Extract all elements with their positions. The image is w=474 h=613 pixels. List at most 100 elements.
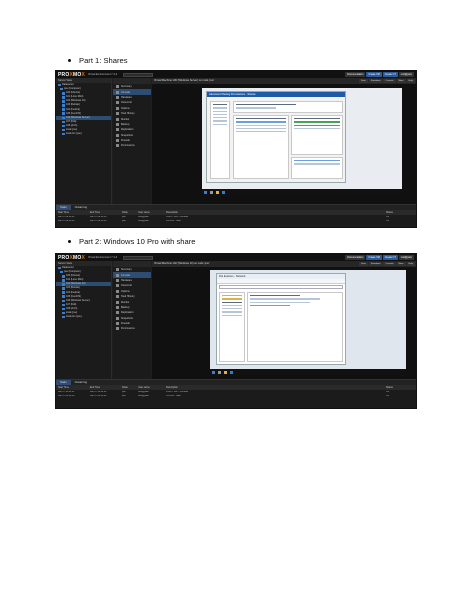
- explorer-nav-pane[interactable]: [219, 292, 245, 362]
- eye-icon: [116, 300, 119, 304]
- dialog-header-panel: [233, 101, 343, 113]
- console-button[interactable]: Console: [383, 79, 396, 83]
- table-row[interactable]: Jan 07 09:35:44 Jan 07 09:35:46 pve root…: [56, 219, 416, 223]
- screenshot-proxmox-shares: PRO X MO X Virtual Environment 7.4-3 Docume…: [55, 70, 417, 228]
- help-button[interactable]: Help: [406, 79, 415, 83]
- permissions-panel[interactable]: [291, 115, 343, 155]
- menu-item-permissions[interactable]: Permissions: [113, 143, 151, 148]
- dialog-title: Advanced Sharing Permissions - Shares: [207, 92, 345, 97]
- bullet-dot: [68, 240, 71, 243]
- tab-tasks[interactable]: Tasks: [56, 205, 71, 210]
- summary-icon: [116, 268, 119, 272]
- vm-menu: Summary Console Hardware Cloud-Init Opti…: [113, 261, 151, 381]
- documentation-button[interactable]: Documentation: [345, 255, 366, 260]
- search-input[interactable]: [123, 72, 154, 77]
- create-vm-button[interactable]: Create VM: [366, 255, 382, 260]
- guest-desktop[interactable]: Advanced Sharing Permissions - Shares: [202, 88, 402, 196]
- documentation-button[interactable]: Documentation: [345, 72, 366, 77]
- bullet-label: Part 2: Windows 10 Pro with share: [79, 237, 196, 246]
- folder-icon[interactable]: [224, 371, 227, 374]
- vm-menu: Summary Console Hardware Cloud-Init Opti…: [113, 78, 151, 206]
- more-button[interactable]: More: [396, 262, 406, 266]
- version-text: Virtual Environment 7.4-3: [88, 256, 118, 259]
- user-menu-button[interactable]: root@pam: [398, 72, 414, 77]
- datacenter-icon: [58, 83, 61, 87]
- screenshot-proxmox-windows10: PRO X MO X Virtual Environment 7.4-3 Docume…: [55, 253, 417, 409]
- dialog-nav: [210, 101, 230, 179]
- user-menu-button[interactable]: root@pam: [398, 255, 414, 260]
- unlock-icon: [116, 144, 119, 148]
- start-icon[interactable]: [212, 371, 215, 374]
- shutdown-button[interactable]: Shutdown: [368, 79, 383, 83]
- unlock-icon: [116, 327, 119, 331]
- history-icon: [116, 316, 119, 320]
- backup-icon: [116, 305, 119, 309]
- create-ct-button[interactable]: Create CT: [382, 255, 398, 260]
- vm-icon: [62, 112, 65, 115]
- guest-taskbar: [210, 369, 406, 376]
- document-page: Part 1: Shares PRO X MO X Virtual Environme…: [0, 0, 474, 613]
- retweet-icon: [116, 311, 119, 315]
- node-icon: [60, 270, 63, 274]
- bullet-dot: [68, 59, 71, 62]
- details-panel: [291, 157, 343, 179]
- vm-icon: [62, 104, 65, 107]
- gear-icon: [116, 106, 119, 110]
- tab-cluster-log[interactable]: Cluster log: [71, 380, 91, 385]
- node-icon: [60, 87, 63, 91]
- cloud-icon: [116, 101, 119, 105]
- tab-tasks[interactable]: Tasks: [56, 380, 71, 385]
- shares-list[interactable]: [233, 115, 289, 179]
- vm-icon: [62, 295, 65, 298]
- search-input[interactable]: [123, 255, 154, 260]
- bullet-part1: Part 1: Shares: [68, 56, 128, 65]
- vm-icon: [62, 120, 65, 124]
- file-explorer-window[interactable]: File Explorer - Network: [216, 273, 346, 365]
- guest-taskbar: [202, 189, 402, 196]
- shield-icon: [116, 139, 119, 143]
- start-button[interactable]: Start: [359, 262, 368, 266]
- vm-icon: [62, 274, 65, 278]
- tab-cluster-log[interactable]: Cluster log: [71, 205, 91, 210]
- console-button[interactable]: Console: [383, 262, 396, 266]
- create-vm-button[interactable]: Create VM: [366, 72, 382, 77]
- browser-icon[interactable]: [222, 191, 225, 194]
- guest-desktop[interactable]: File Explorer - Network: [210, 270, 406, 376]
- folder-icon[interactable]: [216, 191, 219, 194]
- shield-icon: [116, 322, 119, 326]
- tree-item[interactable]: local-lvm (pve): [56, 132, 111, 136]
- tree-item[interactable]: local-lvm (pve): [56, 315, 111, 319]
- vm-console[interactable]: Advanced Sharing Permissions - Shares: [152, 84, 416, 206]
- address-bar[interactable]: [219, 285, 343, 289]
- bullet-label: Part 1: Shares: [79, 56, 128, 65]
- search-icon[interactable]: [210, 191, 213, 194]
- vm-console[interactable]: File Explorer - Network: [152, 267, 416, 381]
- vm-icon: [62, 279, 65, 282]
- gear-icon: [116, 289, 119, 293]
- help-button[interactable]: Help: [406, 262, 415, 266]
- hardware-icon: [116, 95, 119, 99]
- table-row[interactable]: Jan 07 09:59:10 Jan 07 09:59:12 pve root…: [56, 394, 416, 398]
- top-bar: PRO X MO X Virtual Environment 7.4-3 Docume…: [56, 254, 416, 261]
- vm-icon: [62, 108, 65, 111]
- vm-icon: [62, 307, 65, 311]
- explorer-ribbon: [217, 279, 345, 284]
- more-button[interactable]: More: [396, 79, 406, 83]
- browser-icon[interactable]: [230, 371, 233, 374]
- shutdown-button[interactable]: Shutdown: [368, 262, 383, 266]
- proxmox-logo: PRO X MO X: [58, 254, 85, 261]
- vm-icon: [62, 303, 65, 307]
- create-ct-button[interactable]: Create CT: [382, 72, 398, 77]
- start-button[interactable]: Start: [359, 79, 368, 83]
- start-icon[interactable]: [204, 191, 207, 194]
- list-icon: [116, 295, 119, 299]
- retweet-icon: [116, 128, 119, 132]
- search-icon[interactable]: [218, 371, 221, 374]
- storage-icon: [62, 311, 65, 315]
- sharing-dialog[interactable]: Advanced Sharing Permissions - Shares: [206, 91, 346, 183]
- menu-item-permissions[interactable]: Permissions: [113, 326, 151, 331]
- explorer-content-pane[interactable]: [247, 292, 343, 362]
- vm-icon: [62, 287, 65, 290]
- eye-icon: [116, 117, 119, 121]
- history-icon: [116, 133, 119, 137]
